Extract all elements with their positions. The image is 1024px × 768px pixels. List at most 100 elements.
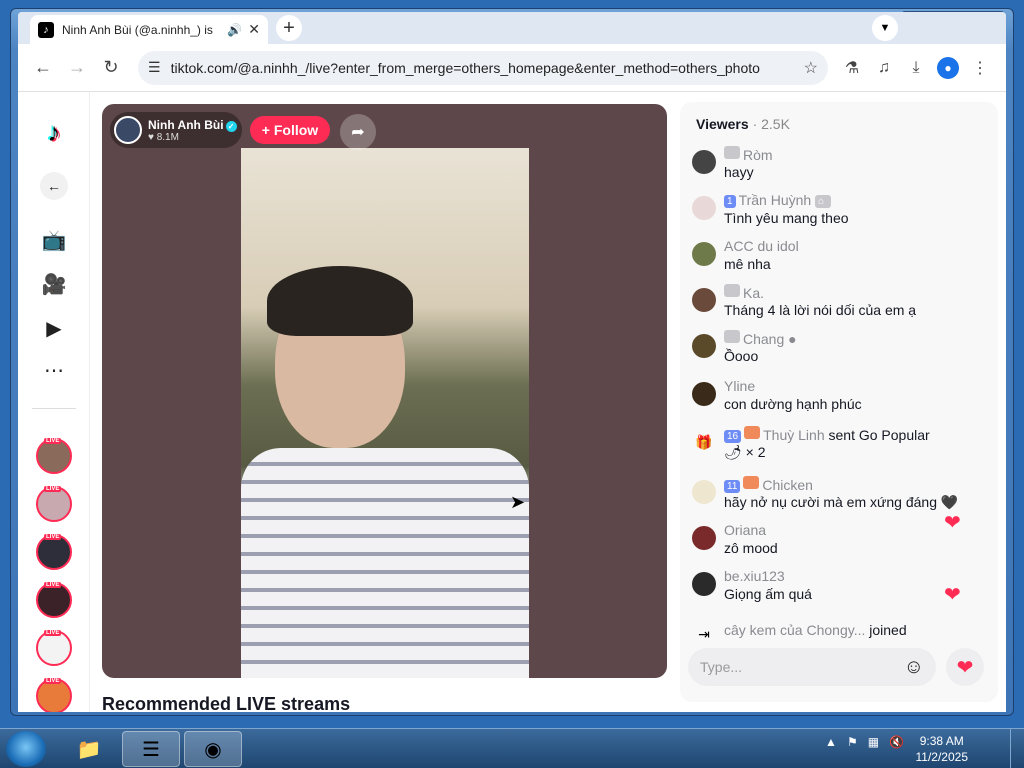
chat-username[interactable]: Thuỳ Linh (763, 427, 824, 443)
taskbar-clock[interactable]: 9:38 AM 11/2/2025 (916, 733, 969, 765)
live-video-player[interactable]: Ninh Anh Bùi ✓ ♥ 8.1M + Follow ➦ ➤ (102, 104, 667, 678)
video-stream (241, 148, 529, 678)
chat-username[interactable]: Chicken (762, 477, 813, 493)
windows-taskbar: 📁 ☰ ◉ ▲ ⚑ ▦ 🔇 9:38 AM 11/2/2025 (0, 728, 1024, 768)
left-nav: ♪ ← 📺 🎥 ▶ ⋯ LIVE LIVE LIVE LIVE LIVE LIV… (18, 92, 90, 712)
volume-icon[interactable]: 🔇 (889, 735, 904, 749)
avatar[interactable] (692, 334, 716, 358)
avatar[interactable] (692, 242, 716, 266)
download-icon[interactable]: ⤓ (900, 53, 932, 83)
live-avatar-5[interactable]: LIVE (36, 630, 72, 666)
floating-heart-icon: ❤ (944, 584, 961, 606)
avatar[interactable] (692, 382, 716, 406)
share-icon[interactable]: ➦ (340, 114, 376, 150)
floating-heart-icon: ❤ (944, 512, 961, 534)
level-badge (724, 284, 740, 297)
chat-username[interactable]: Ka. (743, 285, 764, 301)
home-badge-icon: ⌂ (815, 195, 832, 208)
media-control-icon[interactable]: ♫ (868, 53, 900, 83)
reload-button[interactable]: ↻ (96, 53, 126, 83)
tiktok-icon: ♪ (38, 21, 54, 38)
go-popular-gift-icon: 🌶 (724, 444, 742, 460)
chat-username[interactable]: Ròm (743, 147, 773, 163)
chat-text: hãy nở nụ cười mà em xứng đáng 🖤 (724, 494, 959, 510)
chat-username[interactable]: Oriana (724, 522, 766, 538)
clock-time: 9:38 AM (919, 734, 964, 748)
level-badge: 1 (724, 195, 736, 208)
action-center-icon[interactable]: ⚑ (847, 735, 858, 749)
tray-expand-icon[interactable]: ▲ (825, 735, 837, 749)
live-avatar-3[interactable]: LIVE (36, 534, 72, 570)
avatar[interactable] (692, 150, 716, 174)
level-badge (724, 330, 740, 343)
recommended-live-title: Recommended LIVE streams (102, 694, 351, 712)
new-tab-button[interactable]: + (276, 15, 302, 41)
close-tab-icon[interactable]: ✕ (248, 21, 260, 38)
more-icon[interactable]: ⋯ (36, 352, 72, 388)
menu-kebab-icon[interactable]: ⋮ (964, 53, 996, 83)
fan-badge (743, 476, 760, 489)
chat-username[interactable]: Chang (743, 331, 784, 347)
chat-text: mê nha (724, 256, 771, 272)
forward-button[interactable]: → (62, 53, 92, 83)
play-icon[interactable]: ▶ (36, 310, 72, 346)
explorer-taskbar-icon[interactable]: 📁 (60, 731, 118, 767)
tab-tiktok-live[interactable]: ♪ Ninh Anh Bùi (@a.ninhh_) is 🔊 ✕ (30, 15, 268, 44)
chrome-taskbar-icon[interactable]: ◉ (184, 731, 242, 767)
live-avatar-4[interactable]: LIVE (36, 582, 72, 618)
live-avatar-6[interactable]: LIVE (36, 678, 72, 712)
avatar[interactable] (692, 526, 716, 550)
video-camera-icon[interactable]: 🎥 (36, 266, 72, 302)
site-info-icon[interactable]: ☰ (148, 59, 161, 76)
toolbar: ← → ↻ ☰ tiktok.com/@a.ninhh_/live?enter_… (18, 44, 1006, 92)
chat-text: con dường hạnh phúc (724, 396, 862, 412)
show-desktop-button[interactable] (1010, 729, 1024, 768)
chat-username[interactable]: cây kem của Chongy... (724, 622, 865, 638)
chat-username[interactable]: be.xiu123 (724, 568, 785, 584)
audio-playing-icon[interactable]: 🔊 (227, 23, 242, 37)
host-avatar[interactable] (114, 116, 142, 144)
back-nav-button[interactable]: ← (36, 168, 72, 204)
nav-divider (32, 408, 76, 409)
tiktok-logo-icon[interactable]: ♪ (36, 114, 72, 150)
chat-text: Ồooo (724, 348, 759, 364)
chat-text: zô mood (724, 540, 778, 556)
chat-input-placeholder: Type... (700, 659, 743, 675)
chat-username[interactable]: ACC du idol (724, 238, 799, 254)
host-card[interactable]: Ninh Anh Bùi ✓ ♥ 8.1M (110, 112, 242, 148)
gift-count: × 2 (745, 444, 766, 460)
chat-text: Tháng 4 là lời nói dối của em ạ (724, 302, 917, 318)
follow-button[interactable]: + Follow (250, 116, 330, 144)
avatar[interactable] (692, 196, 716, 220)
chat-username[interactable]: Trần Huỳnh (739, 192, 812, 208)
live-tv-icon[interactable]: 📺 (36, 222, 72, 258)
viewers-label: Viewers (696, 116, 749, 132)
tab-search-button[interactable]: ▼ (872, 15, 898, 41)
back-button[interactable]: ← (28, 53, 58, 83)
chat-text: Tình yêu mang theo (724, 210, 849, 226)
bookmark-star-icon[interactable]: ☆ (804, 58, 818, 78)
address-bar[interactable]: ☰ tiktok.com/@a.ninhh_/live?enter_from_m… (138, 50, 828, 85)
clock-date: 11/2/2025 (915, 750, 969, 764)
like-heart-button[interactable]: ❤ (946, 648, 984, 686)
labs-flask-icon[interactable]: ⚗ (836, 53, 868, 83)
enter-icon: ⇥ (698, 626, 710, 642)
taskbar-app-icon[interactable]: ☰ (122, 731, 180, 767)
avatar[interactable] (692, 480, 716, 504)
chat-input[interactable]: Type... ☺ (688, 648, 936, 686)
emoji-icon[interactable]: ☺ (904, 656, 924, 679)
live-avatar-1[interactable]: LIVE (36, 438, 72, 474)
avatar[interactable] (692, 572, 716, 596)
back-arrow-icon: ← (40, 172, 68, 200)
profile-button[interactable]: ● (932, 53, 964, 83)
fan-badge (744, 426, 761, 439)
tab-strip: ♪ Ninh Anh Bùi (@a.ninhh_) is 🔊 ✕ + ▼ (18, 12, 1006, 44)
chat-header: Viewers · 2.5K (696, 116, 790, 132)
system-tray: ▲ ⚑ ▦ 🔇 (815, 735, 904, 749)
avatar[interactable] (692, 288, 716, 312)
live-avatar-2[interactable]: LIVE (36, 486, 72, 522)
start-button[interactable] (6, 731, 46, 767)
chat-username[interactable]: Yline (724, 378, 755, 394)
live-chat-panel: Viewers · 2.5K Ròm hayy 1 Trần Huỳnh ⌂ Tì… (680, 102, 998, 702)
network-icon[interactable]: ▦ (868, 735, 879, 749)
